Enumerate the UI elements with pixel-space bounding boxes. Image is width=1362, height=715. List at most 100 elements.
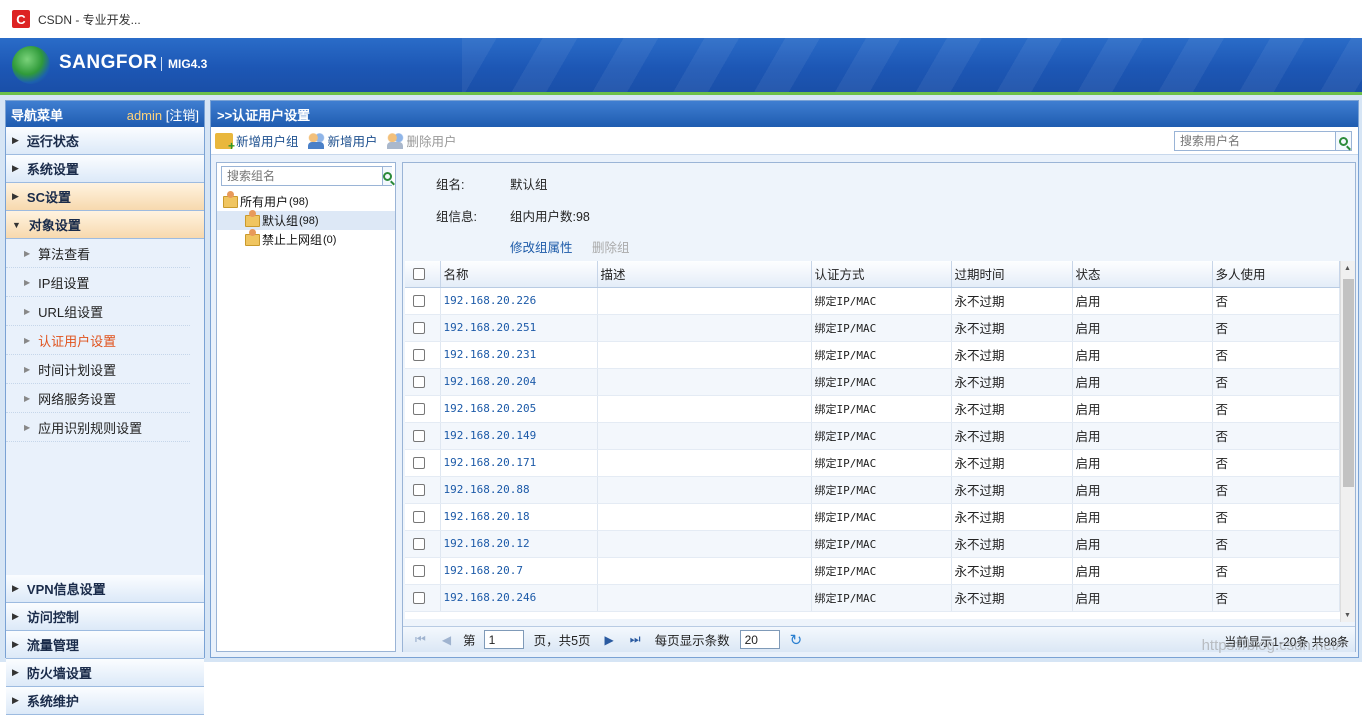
user-name-cell[interactable]: 192.168.20.88 — [440, 476, 597, 503]
tree-node-all-users[interactable]: 所有用户 (98) — [217, 192, 395, 211]
scroll-down-icon[interactable]: ▼ — [1344, 612, 1351, 619]
table-row[interactable]: 192.168.20.204绑定IP/MAC永不过期启用否 — [405, 368, 1340, 395]
table-row[interactable]: 192.168.20.88绑定IP/MAC永不过期启用否 — [405, 476, 1340, 503]
refresh-icon[interactable]: ↻ — [790, 631, 803, 649]
row-checkbox[interactable] — [413, 538, 425, 550]
delete-group-link[interactable]: 删除组 — [592, 241, 630, 255]
user-name-cell[interactable]: 192.168.20.149 — [440, 422, 597, 449]
menu-item-sc[interactable]: ▶SC设置 — [6, 183, 204, 211]
next-page-icon[interactable]: ▶ — [605, 633, 614, 647]
column-header-description[interactable]: 描述 — [597, 261, 811, 287]
menu-item-objects[interactable]: ▼对象设置 — [6, 211, 204, 239]
submenu-url-group[interactable]: ▶URL组设置 — [6, 297, 190, 326]
expire-cell: 永不过期 — [951, 422, 1072, 449]
scroll-up-icon[interactable]: ▲ — [1344, 265, 1351, 272]
status-cell: 启用 — [1072, 530, 1212, 557]
user-search-button[interactable] — [1335, 132, 1351, 150]
edit-group-link[interactable]: 修改组属性 — [510, 241, 573, 255]
user-name-cell[interactable]: 192.168.20.7 — [440, 557, 597, 584]
table-row[interactable]: 192.168.20.12绑定IP/MAC永不过期启用否 — [405, 530, 1340, 557]
add-user-button[interactable]: 新增用户 — [307, 131, 378, 150]
column-header-status[interactable]: 状态 — [1072, 261, 1212, 287]
table-row[interactable]: 192.168.20.171绑定IP/MAC永不过期启用否 — [405, 449, 1340, 476]
row-checkbox[interactable] — [413, 511, 425, 523]
row-checkbox[interactable] — [413, 349, 425, 361]
table-row[interactable]: 192.168.20.246绑定IP/MAC永不过期启用否 — [405, 584, 1340, 611]
page-number-input[interactable]: 1 — [484, 630, 524, 649]
user-name-cell[interactable]: 192.168.20.251 — [440, 314, 597, 341]
row-checkbox[interactable] — [413, 430, 425, 442]
submenu-auth-users[interactable]: ▶认证用户设置 — [6, 326, 190, 355]
column-header-name[interactable]: 名称 — [440, 261, 597, 287]
user-name-cell[interactable]: 192.168.20.18 — [440, 503, 597, 530]
main-panel: >>认证用户设置 新增用户组 新增用户 删除用户 所有用户 (98) 默认组 (… — [210, 100, 1359, 658]
group-actions: 修改组属性 删除组 — [510, 237, 646, 256]
column-header-expire[interactable]: 过期时间 — [951, 261, 1072, 287]
tree-node-blocked-group[interactable]: 禁止上网组 (0) — [217, 230, 395, 249]
row-checkbox[interactable] — [413, 565, 425, 577]
tree-node-label: 默认组 — [262, 212, 298, 229]
column-header-auth[interactable]: 认证方式 — [811, 261, 951, 287]
row-select-cell — [405, 503, 440, 530]
row-select-cell — [405, 314, 440, 341]
user-search-input[interactable] — [1175, 132, 1335, 150]
table-row[interactable]: 192.168.20.205绑定IP/MAC永不过期启用否 — [405, 395, 1340, 422]
row-checkbox[interactable] — [413, 457, 425, 469]
table-row[interactable]: 192.168.20.18绑定IP/MAC永不过期启用否 — [405, 503, 1340, 530]
row-checkbox[interactable] — [413, 376, 425, 388]
row-checkbox[interactable] — [413, 403, 425, 415]
last-page-icon[interactable]: ⏭ — [630, 632, 641, 647]
browser-tab-title[interactable]: CSDN - 专业开发... — [38, 11, 141, 28]
menu-item-access-control[interactable]: ▶访问控制 — [6, 603, 204, 631]
row-checkbox[interactable] — [413, 295, 425, 307]
scrollbar-thumb[interactable] — [1343, 279, 1354, 487]
user-name-cell[interactable]: 192.168.20.204 — [440, 368, 597, 395]
tree-node-default-group[interactable]: 默认组 (98) — [217, 211, 395, 230]
per-page-input[interactable]: 20 — [740, 630, 780, 649]
table-row[interactable]: 192.168.20.251绑定IP/MAC永不过期启用否 — [405, 314, 1340, 341]
page-label: 第 — [463, 630, 476, 649]
prev-page-icon[interactable]: ◀ — [442, 633, 451, 647]
group-info-label: 组信息: — [436, 210, 477, 224]
user-name-cell[interactable]: 192.168.20.171 — [440, 449, 597, 476]
logout-link[interactable]: [注销] — [166, 108, 199, 123]
table-row[interactable]: 192.168.20.149绑定IP/MAC永不过期启用否 — [405, 422, 1340, 449]
column-header-multi-use[interactable]: 多人使用 — [1212, 261, 1340, 287]
select-all-checkbox[interactable] — [413, 268, 425, 280]
table-row[interactable]: 192.168.20.7绑定IP/MAC永不过期启用否 — [405, 557, 1340, 584]
menu-item-traffic[interactable]: ▶流量管理 — [6, 631, 204, 659]
submenu-schedule[interactable]: ▶时间计划设置 — [6, 355, 190, 384]
row-checkbox[interactable] — [413, 322, 425, 334]
caret-right-icon: ▶ — [24, 307, 30, 316]
menu-item-system[interactable]: ▶系统设置 — [6, 155, 204, 183]
submenu-algorithm[interactable]: ▶算法查看 — [6, 239, 190, 268]
expire-cell: 永不过期 — [951, 503, 1072, 530]
first-page-icon[interactable]: ⏮ — [415, 632, 426, 647]
page-title: >>认证用户设置 — [211, 101, 1358, 127]
add-group-button[interactable]: 新增用户组 — [215, 131, 299, 150]
group-search-input[interactable] — [222, 167, 382, 185]
submenu-ip-group[interactable]: ▶IP组设置 — [6, 268, 190, 297]
user-name-cell[interactable]: 192.168.20.226 — [440, 287, 597, 314]
multi-use-cell: 否 — [1212, 449, 1340, 476]
user-name-cell[interactable]: 192.168.20.205 — [440, 395, 597, 422]
menu-item-maintenance[interactable]: ▶系统维护 — [6, 687, 204, 715]
user-name-cell[interactable]: 192.168.20.231 — [440, 341, 597, 368]
table-row[interactable]: 192.168.20.226绑定IP/MAC永不过期启用否 — [405, 287, 1340, 314]
row-checkbox[interactable] — [413, 592, 425, 604]
user-name-cell[interactable]: 192.168.20.12 — [440, 530, 597, 557]
submenu-app-rules[interactable]: ▶应用识别规则设置 — [6, 413, 190, 442]
submenu-network-service[interactable]: ▶网络服务设置 — [6, 384, 190, 413]
menu-item-firewall[interactable]: ▶防火墙设置 — [6, 659, 204, 687]
table-scrollbar[interactable]: ▲ ▼ — [1340, 261, 1355, 622]
table-row[interactable]: 192.168.20.231绑定IP/MAC永不过期启用否 — [405, 341, 1340, 368]
username: admin — [127, 108, 162, 123]
delete-user-button[interactable]: 删除用户 — [386, 131, 457, 150]
menu-item-status[interactable]: ▶运行状态 — [6, 127, 204, 155]
user-name-cell[interactable]: 192.168.20.246 — [440, 584, 597, 611]
row-checkbox[interactable] — [413, 484, 425, 496]
group-search-button[interactable] — [382, 167, 392, 185]
row-select-cell — [405, 395, 440, 422]
users-table-body: 192.168.20.226绑定IP/MAC永不过期启用否192.168.20.… — [405, 287, 1340, 611]
menu-item-vpn[interactable]: ▶VPN信息设置 — [6, 575, 204, 603]
